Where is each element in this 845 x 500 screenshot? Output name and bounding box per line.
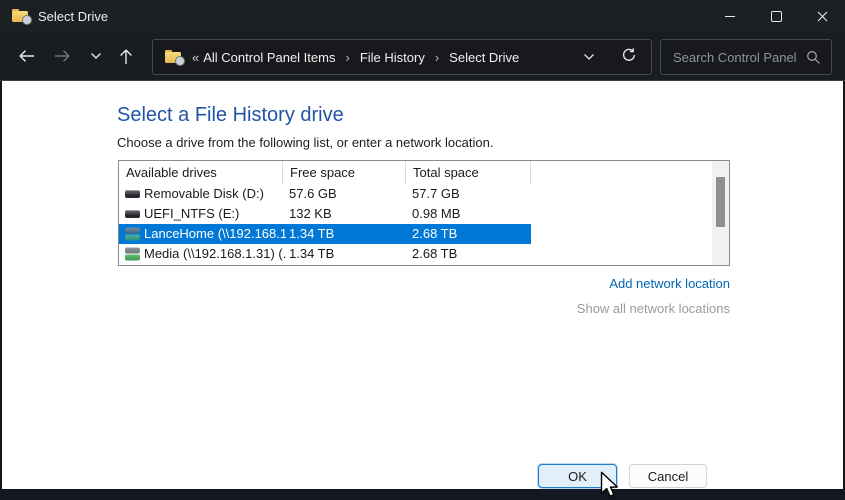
breadcrumb-item-file-history[interactable]: File History: [360, 50, 425, 65]
page-subtitle: Choose a drive from the following list, …: [117, 135, 493, 150]
refresh-icon: [621, 47, 637, 63]
drive-name: Removable Disk (D:): [144, 186, 286, 201]
show-all-network-locations-link: Show all network locations: [577, 301, 730, 316]
drive-free-space: 132 KB: [289, 206, 332, 221]
disk-icon: [125, 210, 140, 218]
scrollbar-thumb[interactable]: [716, 177, 725, 227]
window-controls: [707, 0, 845, 32]
column-header-free-space[interactable]: Free space: [283, 161, 406, 184]
forward-button: [48, 40, 76, 72]
drive-free-space: 57.6 GB: [289, 186, 337, 201]
drive-total-space: 2.68 TB: [412, 246, 457, 261]
vertical-scrollbar[interactable]: [712, 161, 729, 265]
minimize-icon: [725, 16, 735, 17]
address-chevron-icon: [583, 53, 595, 61]
breadcrumb-overflow-button[interactable]: «: [192, 50, 199, 65]
breadcrumb-separator-icon: ›: [435, 50, 439, 65]
desktop-edge-strip: [0, 489, 845, 500]
column-header-total-space[interactable]: Total space: [406, 161, 531, 184]
address-bar[interactable]: « All Control Panel Items › File History…: [152, 39, 652, 75]
drive-total-space: 2.68 TB: [412, 226, 457, 241]
breadcrumb-item-all-control-panel-items[interactable]: All Control Panel Items: [203, 50, 335, 65]
drive-name: LanceHome (\\192.168.1...: [144, 226, 286, 241]
ok-button[interactable]: OK: [538, 464, 617, 488]
disk-icon: [125, 190, 140, 198]
address-dropdown-button[interactable]: [583, 48, 595, 66]
drive-list: Available drives Free space Total space …: [118, 160, 730, 266]
drive-name: UEFI_NTFS (E:): [144, 206, 286, 221]
drive-row-uefi-ntfs[interactable]: UEFI_NTFS (E:) 132 KB 0.98 MB: [119, 204, 729, 224]
minimize-button[interactable]: [707, 0, 753, 32]
forward-arrow-icon: [54, 49, 71, 63]
window-title: Select Drive: [38, 9, 108, 24]
content-area: Select a File History drive Choose a dri…: [0, 81, 845, 489]
maximize-icon: [771, 11, 782, 22]
add-network-location-link[interactable]: Add network location: [609, 276, 730, 291]
back-arrow-icon: [18, 49, 35, 63]
recent-locations-chevron-icon: [90, 52, 102, 60]
back-button[interactable]: [12, 40, 40, 72]
drive-total-space: 57.7 GB: [412, 186, 460, 201]
page-title: Select a File History drive: [117, 104, 344, 127]
breadcrumb-item-select-drive[interactable]: Select Drive: [449, 50, 519, 65]
drive-total-space: 0.98 MB: [412, 206, 460, 221]
titlebar: Select Drive: [0, 0, 845, 32]
drive-row-media[interactable]: Media (\\192.168.1.31) (... 1.34 TB 2.68…: [119, 244, 729, 264]
drive-name: Media (\\192.168.1.31) (...: [144, 246, 286, 261]
cancel-button[interactable]: Cancel: [629, 464, 707, 488]
refresh-button[interactable]: [621, 47, 637, 68]
recent-locations-button[interactable]: [82, 40, 110, 72]
maximize-button[interactable]: [753, 0, 799, 32]
address-folder-icon: [165, 50, 182, 64]
drive-row-lancehome-selected[interactable]: LanceHome (\\192.168.1... 1.34 TB 2.68 T…: [119, 224, 729, 244]
search-box[interactable]: [660, 39, 832, 75]
breadcrumb-separator-icon: ›: [345, 50, 349, 65]
up-button[interactable]: [112, 40, 140, 72]
column-header-filler: [531, 161, 729, 184]
column-header-available-drives[interactable]: Available drives: [119, 161, 283, 184]
search-input[interactable]: [671, 49, 806, 66]
select-drive-window: Select Drive: [0, 0, 845, 500]
network-drive-icon: [125, 228, 140, 241]
close-icon: [817, 11, 828, 22]
file-history-folder-icon: [12, 9, 29, 23]
drive-free-space: 1.34 TB: [289, 246, 334, 261]
drive-list-header: Available drives Free space Total space: [119, 161, 729, 184]
search-icon[interactable]: [806, 50, 821, 65]
navigation-bar: « All Control Panel Items › File History…: [0, 32, 845, 81]
drive-row-removable-disk[interactable]: Removable Disk (D:) 57.6 GB 57.7 GB: [119, 184, 729, 204]
up-arrow-icon: [119, 48, 133, 65]
close-button[interactable]: [799, 0, 845, 32]
network-drive-icon: [125, 248, 140, 261]
drive-free-space: 1.34 TB: [289, 226, 334, 241]
